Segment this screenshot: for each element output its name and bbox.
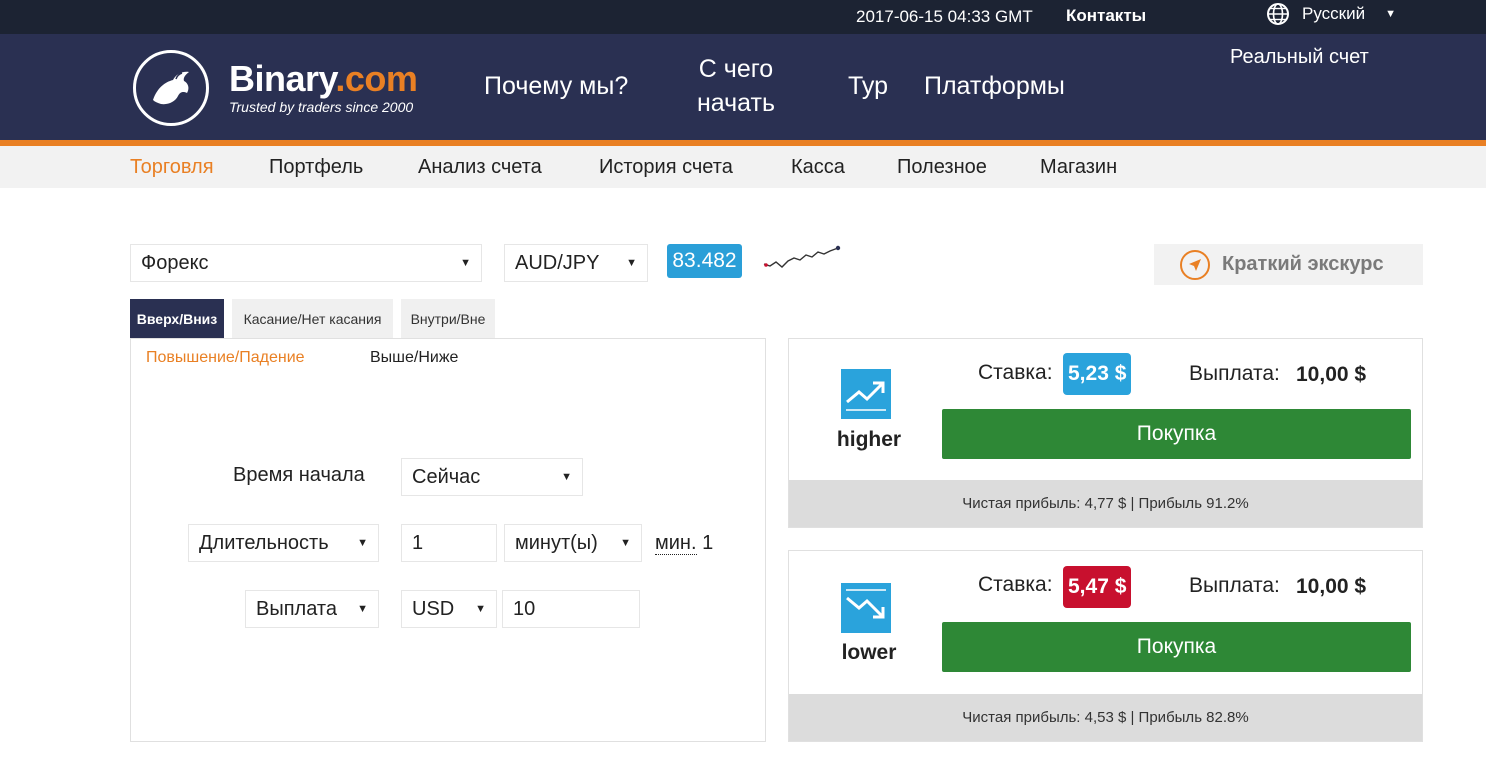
duration-amount-input[interactable]: 1 xyxy=(401,524,497,562)
subtab-rise-fall[interactable]: Повышение/Падение xyxy=(146,349,305,367)
nav-tour[interactable]: Тур xyxy=(848,69,888,103)
account-menu[interactable]: Реальный счет xyxy=(1230,46,1369,69)
menu-item-account-analysis[interactable]: Анализ счета xyxy=(418,156,542,179)
chevron-down-icon: ▼ xyxy=(475,603,486,615)
quick-tour-button[interactable]: Краткий экскурс xyxy=(1154,244,1423,285)
top-utility-bar: 2017-06-15 04:33 GMT Контакты Русский ▼ xyxy=(0,0,1486,34)
chevron-down-icon: ▼ xyxy=(561,471,572,483)
nav-getting-started[interactable]: С чего начать xyxy=(697,52,775,120)
min-label: мин. xyxy=(655,532,697,555)
brand-logo[interactable]: Binary.com Trusted by traders since 2000 xyxy=(133,50,418,126)
menu-item-shop[interactable]: Магазин xyxy=(1040,156,1117,179)
nav-getting-started-line2: начать xyxy=(697,89,776,117)
menu-item-account-history[interactable]: История счета xyxy=(599,156,733,179)
price-sparkline-icon xyxy=(763,245,841,268)
contacts-link[interactable]: Контакты xyxy=(1066,6,1146,26)
quick-tour-label: Краткий экскурс xyxy=(1222,253,1384,275)
symbol-select-value: AUD/JPY xyxy=(515,251,600,274)
server-time: 2017-06-15 04:33 GMT xyxy=(856,7,1033,26)
chevron-down-icon: ▼ xyxy=(357,603,368,615)
nav-getting-started-line1: С чего xyxy=(698,55,774,83)
menu-item-resources[interactable]: Полезное xyxy=(897,156,987,179)
stake-value-higher: 5,23 $ xyxy=(1063,353,1132,395)
payout-label-lower: Выплата: xyxy=(1189,574,1280,597)
tab-in-out[interactable]: Внутри/Вне xyxy=(401,299,495,338)
amount-input[interactable]: 10 xyxy=(502,590,640,628)
subtab-higher-lower[interactable]: Выше/Ниже xyxy=(370,349,458,367)
duration-unit-select[interactable]: минут(ы) ▼ xyxy=(504,524,642,562)
nav-why-us[interactable]: Почему мы? xyxy=(484,69,628,103)
contract-type-label-lower: lower xyxy=(841,641,897,664)
main-header: Binary.com Trusted by traders since 2000… xyxy=(0,34,1486,140)
minimum-duration-hint: мин. 1 xyxy=(655,532,713,555)
trend-up-icon xyxy=(841,369,891,419)
chevron-down-icon: ▼ xyxy=(626,257,637,269)
chevron-down-icon: ▼ xyxy=(1385,8,1396,20)
navigation-arrow-icon xyxy=(1180,249,1210,280)
purchase-box-lower: lower Ставка: 5,47 $ Выплата: 10,00 $ По… xyxy=(788,550,1423,742)
duration-unit-value: минут(ы) xyxy=(515,531,598,554)
tab-up-down[interactable]: Вверх/Вниз xyxy=(130,299,224,338)
currency-value: USD xyxy=(412,597,455,620)
chevron-down-icon: ▼ xyxy=(620,537,631,549)
buy-button-higher[interactable]: Покупка xyxy=(942,409,1411,459)
symbol-select[interactable]: AUD/JPY ▼ xyxy=(504,244,648,282)
language-label: Русский xyxy=(1302,4,1366,23)
bull-logo-icon xyxy=(133,50,209,126)
profit-summary-lower: Чистая прибыль: 4,53 $ | Прибыль 82.8% xyxy=(789,694,1422,741)
brand-name: Binary.com xyxy=(229,58,418,99)
spot-price-badge: 83.482 xyxy=(667,244,742,278)
currency-select[interactable]: USD ▼ xyxy=(401,590,497,628)
duration-type-select[interactable]: Длительность ▼ xyxy=(188,524,379,562)
start-time-select[interactable]: Сейчас ▼ xyxy=(401,458,583,496)
chevron-down-icon: ▼ xyxy=(460,257,471,269)
payout-value-lower: 10,00 $ xyxy=(1296,575,1367,598)
min-value: 1 xyxy=(702,532,714,554)
payout-label-higher: Выплата: xyxy=(1189,362,1280,385)
start-time-label: Время начала xyxy=(233,464,365,486)
stake-label-lower: Ставка: xyxy=(978,573,1053,596)
menu-item-portfolio[interactable]: Портфель xyxy=(269,156,363,179)
duration-type-value: Длительность xyxy=(199,531,329,554)
nav-platforms[interactable]: Платформы xyxy=(924,69,1065,103)
market-select-value: Форекс xyxy=(141,251,209,274)
globe-icon xyxy=(1267,3,1289,25)
chevron-down-icon: ▼ xyxy=(357,537,368,549)
profit-summary-higher: Чистая прибыль: 4,77 $ | Прибыль 91.2% xyxy=(789,480,1422,527)
payout-type-value: Выплата xyxy=(256,597,337,620)
purchase-box-higher: higher Ставка: 5,23 $ Выплата: 10,00 $ П… xyxy=(788,338,1423,528)
payout-value-higher: 10,00 $ xyxy=(1296,363,1367,386)
market-select[interactable]: Форекс ▼ xyxy=(130,244,482,282)
trend-down-icon xyxy=(841,583,891,633)
menu-item-trading[interactable]: Торговля xyxy=(130,156,214,179)
stake-label-higher: Ставка: xyxy=(978,361,1053,384)
start-time-value: Сейчас xyxy=(412,465,481,488)
stake-value-lower: 5,47 $ xyxy=(1063,566,1132,608)
brand-tagline: Trusted by traders since 2000 xyxy=(229,99,414,115)
tab-touch-no-touch[interactable]: Касание/Нет касания xyxy=(232,299,393,338)
buy-button-lower[interactable]: Покупка xyxy=(942,622,1411,672)
main-menu: Торговля Портфель Анализ счета История с… xyxy=(0,146,1486,188)
language-selector[interactable]: Русский ▼ xyxy=(1266,2,1396,26)
contract-type-label-higher: higher xyxy=(836,428,902,451)
menu-item-cashier[interactable]: Касса xyxy=(791,156,845,179)
payout-type-select[interactable]: Выплата ▼ xyxy=(245,590,379,628)
